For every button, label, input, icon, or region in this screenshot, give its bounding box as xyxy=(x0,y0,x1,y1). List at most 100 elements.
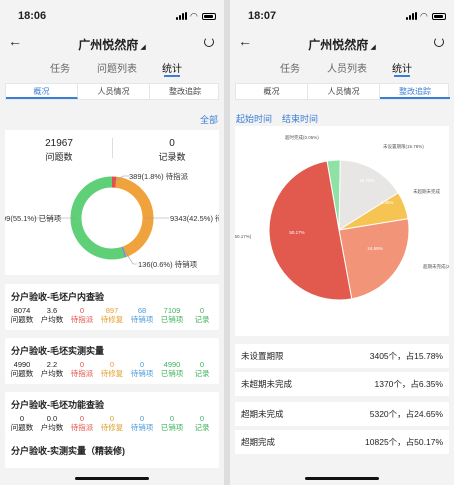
refresh-icon[interactable] xyxy=(204,37,214,47)
stat-label: 待销项 xyxy=(130,315,154,324)
stat-cell: 3.6 户均数 xyxy=(38,306,66,324)
stat-label: 记录 xyxy=(194,315,210,324)
stat-value: 4990 xyxy=(163,360,181,369)
stat-cell: 0 待修复 xyxy=(98,414,126,432)
stat-label: 待指派 xyxy=(70,369,94,378)
subtab-people[interactable]: 人员情况 xyxy=(308,84,380,99)
home-indicator xyxy=(305,477,379,480)
left-screen: 18:06 ◠ ← 广州悦然府 ◢ 任务 问题列表 统计 概况 人员情况 整改追踪… xyxy=(0,0,224,485)
stat-value: 3.6 xyxy=(46,306,58,315)
issues-label: 问题数 xyxy=(45,152,73,162)
right-screen: 18:07 ◠ ← 广州悦然府 ◢ 任务 人员列表 统计 概况 人员情况 整改追踪… xyxy=(230,0,454,485)
main-tabs: 任务 人员列表 统计 xyxy=(230,60,454,78)
stat-label: 问题数 xyxy=(10,369,34,378)
stat-label: 待指派 xyxy=(70,315,94,324)
stat-value: 0 xyxy=(109,360,115,369)
end-time-filter[interactable]: 结束时间 xyxy=(282,112,318,125)
stat-label: 问题数 xyxy=(10,315,34,324)
donut-label: 99(55.1%) 已销项 xyxy=(5,213,62,223)
subtab-overview[interactable]: 概况 xyxy=(6,84,78,99)
records-label: 记录数 xyxy=(158,152,186,162)
pie-label: 超期未完成(24.65%) xyxy=(423,263,449,270)
deadline-pie-chart: 超时完成(0.05%) 未设置期限(15.78%) 未超期未完成超期未完成(24.6… xyxy=(233,134,454,301)
subtab-rectify[interactable]: 整改追踪 xyxy=(150,84,220,99)
row-label: 超期未完成 xyxy=(241,409,284,419)
stat-value: 0 xyxy=(79,360,85,369)
stat-value: 0 xyxy=(199,306,205,315)
stat-label: 已销项 xyxy=(160,315,184,324)
tab-stats[interactable]: 统计 xyxy=(162,60,182,77)
stat-cell: 4990 问题数 xyxy=(8,360,36,378)
stat-value: 0 xyxy=(199,360,205,369)
start-time-filter[interactable]: 起始时间 xyxy=(236,112,272,125)
stat-cell: 0 待销项 xyxy=(128,360,156,378)
wifi-icon: ◠ xyxy=(420,11,428,21)
project-title: 广州悦然府 xyxy=(78,38,139,52)
tab-stats[interactable]: 统计 xyxy=(392,60,412,77)
sub-tabs: 概况 人员情况 整改追踪 xyxy=(5,83,219,100)
sub-tabs: 概况 人员情况 整改追踪 xyxy=(235,83,450,100)
stat-cell: 0.0 户均数 xyxy=(38,414,66,432)
stat-value: 0 xyxy=(139,360,145,369)
dropdown-triangle-icon: ◢ xyxy=(370,44,376,51)
stat-label: 记录 xyxy=(194,423,210,432)
project-selector[interactable]: 广州悦然府 ◢ xyxy=(0,36,224,53)
stat-label: 户均数 xyxy=(40,423,64,432)
stat-value: 0 xyxy=(109,414,115,423)
pie-inner-label: 15.78% xyxy=(359,178,374,183)
all-link[interactable]: 全部 xyxy=(200,113,218,126)
stat-label: 已销项 xyxy=(160,423,184,432)
stat-cell: 0 已销项 xyxy=(158,414,186,432)
stat-cell: 0 待修复 xyxy=(98,360,126,378)
card-title: 分户验收-毛坯户内查验 xyxy=(11,292,104,302)
nav-bar: ← 广州悦然府 ◢ xyxy=(230,30,454,56)
stat-value: 7109 xyxy=(163,306,181,315)
stat-value: 8074 xyxy=(13,306,31,315)
tab-tasks[interactable]: 任务 xyxy=(280,60,300,75)
stat-cell: 0 记录 xyxy=(188,306,216,324)
tab-issue-list[interactable]: 问题列表 xyxy=(97,60,137,75)
project-stat-card[interactable]: 分户验收-毛坯功能查验 0 问题数 0.0 户均数 0 待指派 0 待修复 0 待销项 0 已销项 0 记录 xyxy=(5,392,219,438)
row-label: 超期完成 xyxy=(241,437,276,447)
card-title: 分户验收-实测实量（精装修) xyxy=(11,446,125,456)
nav-bar: ← 广州悦然府 ◢ xyxy=(0,30,224,56)
row-value: 3405个，占15.78% xyxy=(369,351,443,361)
stat-cell: 0 记录 xyxy=(188,414,216,432)
donut-label: 9343(42.5%) 待修 xyxy=(170,213,219,223)
tab-tasks[interactable]: 任务 xyxy=(50,60,70,75)
status-row: 超期未完成 5320个，占24.65% xyxy=(235,402,449,426)
stat-value: 0 xyxy=(169,414,175,423)
project-stat-card[interactable]: 分户验收-毛坯户内查验 8074 问题数 3.6 户均数 0 待指派 897 待修复 68 待销项 7… xyxy=(5,284,219,330)
stat-cell: 0 待指派 xyxy=(68,306,96,324)
project-stat-card[interactable]: 分户验收-毛坯实测实量 4990 问题数 2.2 户均数 0 待指派 0 待修复 0 待销项 4990… xyxy=(5,338,219,384)
status-row: 超期完成 10825个，占50.17% xyxy=(235,430,449,454)
status-row: 未超期未完成 1370个，占6.35% xyxy=(235,372,449,396)
issues-count: 21967 xyxy=(45,138,73,149)
battery-icon xyxy=(432,13,446,20)
stat-cell: 897 待修复 xyxy=(98,306,126,324)
pie-label: 超时完成(0.05%) xyxy=(285,134,319,141)
project-selector[interactable]: 广州悦然府 ◢ xyxy=(230,36,454,53)
pie-label: 未超期未完成 xyxy=(413,188,440,195)
subtab-people[interactable]: 人员情况 xyxy=(78,84,150,99)
signal-icon xyxy=(406,12,418,20)
stat-label: 已销项 xyxy=(160,369,184,378)
stat-label: 记录 xyxy=(194,369,210,378)
stat-label: 待销项 xyxy=(130,369,154,378)
pie-card: 超时完成(0.05%) 未设置期限(15.78%) 未超期未完成超期未完成(24.6… xyxy=(233,126,454,336)
signal-icon xyxy=(176,12,188,20)
pie-inner-label: 24.65% xyxy=(367,246,382,251)
stat-cell: 68 待销项 xyxy=(128,306,156,324)
stat-label: 待修复 xyxy=(100,369,124,378)
stat-cell: 7109 已销项 xyxy=(158,306,186,324)
status-donut-chart: 389(1.8%) 待指派 9343(42.5%) 待修 136(0.6%) 待销项… xyxy=(5,171,219,269)
stat-value: 0 xyxy=(199,414,205,423)
subtab-rectify[interactable]: 整改追踪 xyxy=(380,84,450,99)
refresh-icon[interactable] xyxy=(434,37,444,47)
project-stat-card[interactable]: 分户验收-实测实量（精装修) xyxy=(5,438,219,468)
stat-label: 问题数 xyxy=(10,423,34,432)
battery-icon xyxy=(202,13,216,20)
tab-people-list[interactable]: 人员列表 xyxy=(327,60,367,75)
subtab-overview[interactable]: 概况 xyxy=(236,84,308,99)
row-value: 10825个，占50.17% xyxy=(365,437,443,447)
